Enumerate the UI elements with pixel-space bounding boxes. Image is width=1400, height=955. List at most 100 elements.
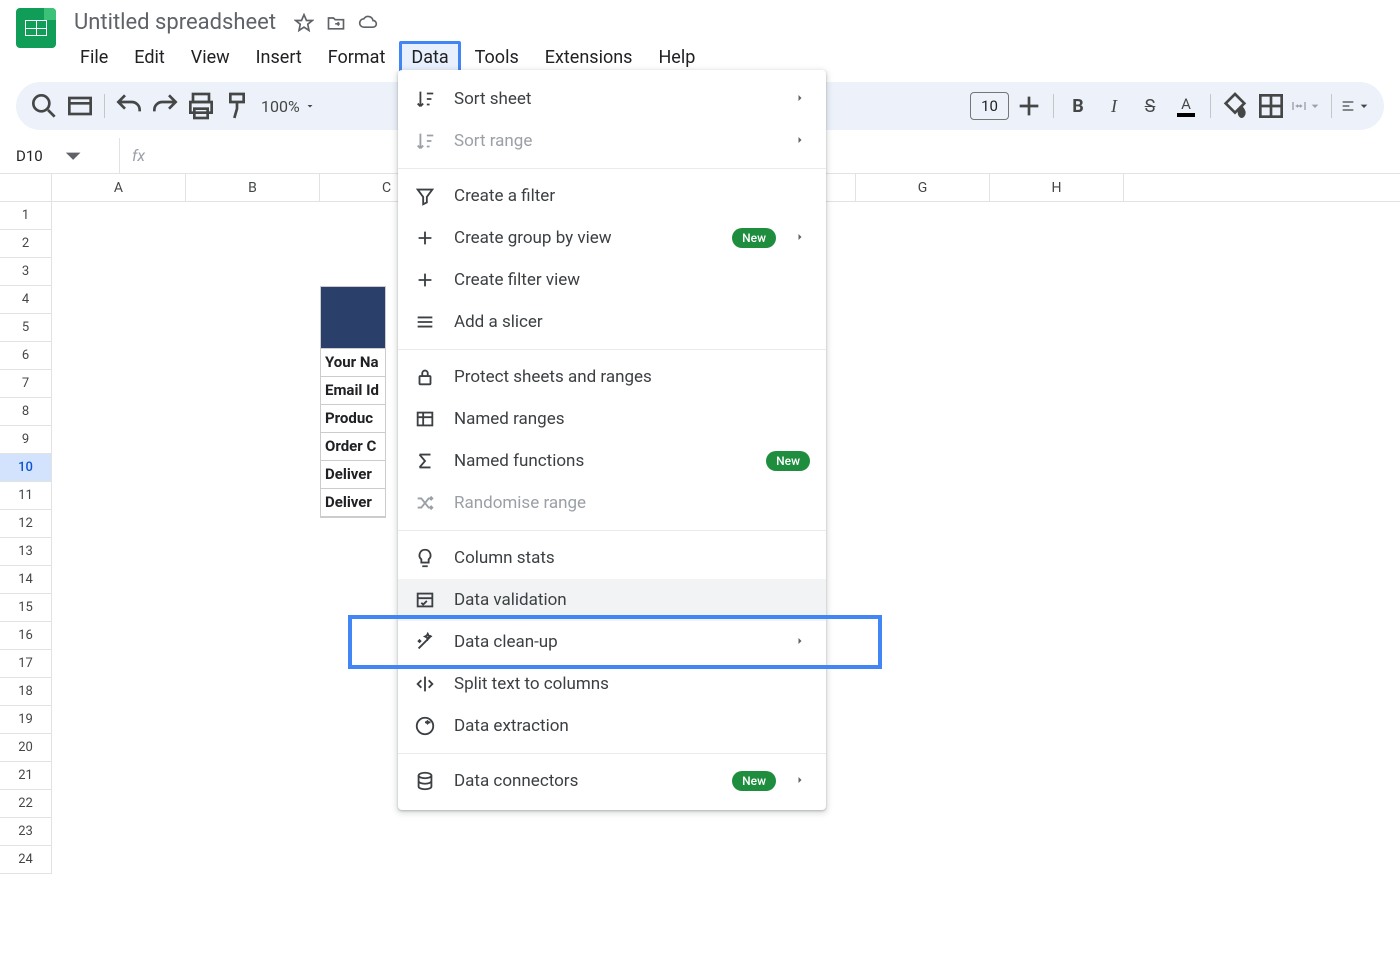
fx-icon: fx	[120, 146, 157, 165]
menu-file[interactable]: File	[68, 41, 120, 74]
print-icon[interactable]	[185, 90, 217, 122]
merge-cells-icon[interactable]	[1291, 90, 1323, 122]
menu-separator	[398, 753, 826, 754]
data-menu-add-a-slicer[interactable]: Add a slicer	[398, 301, 826, 343]
align-icon[interactable]	[1340, 90, 1372, 122]
data-menu-column-stats[interactable]: Column stats	[398, 537, 826, 579]
font-size-input[interactable]: 10	[970, 92, 1009, 120]
submenu-arrow-icon	[794, 771, 810, 791]
row-header[interactable]: 17	[0, 650, 52, 678]
column-header[interactable]: G	[856, 174, 990, 201]
row-header[interactable]: 22	[0, 790, 52, 818]
search-icon[interactable]	[28, 90, 60, 122]
row-header[interactable]: 19	[0, 706, 52, 734]
row-header[interactable]: 5	[0, 314, 52, 342]
wand-icon	[414, 631, 436, 653]
row-header[interactable]: 20	[0, 734, 52, 762]
borders-icon[interactable]	[1255, 90, 1287, 122]
sort-range-icon	[414, 130, 436, 152]
data-menu-randomise-range: Randomise range	[398, 482, 826, 524]
cell[interactable]: Produc	[321, 405, 385, 433]
row-header[interactable]: 9	[0, 426, 52, 454]
data-menu-named-ranges[interactable]: Named ranges	[398, 398, 826, 440]
sort-sheet-icon	[414, 88, 436, 110]
menu-item-label: Randomise range	[454, 493, 810, 513]
select-all-corner[interactable]	[0, 174, 52, 201]
menu-insert[interactable]: Insert	[244, 41, 314, 74]
data-menu-split-text-to-columns[interactable]: Split text to columns	[398, 663, 826, 705]
column-header[interactable]: B	[186, 174, 320, 201]
data-menu-data-extraction[interactable]: Data extraction	[398, 705, 826, 747]
row-header[interactable]: 3	[0, 258, 52, 286]
column-header[interactable]: A	[52, 174, 186, 201]
database-icon	[414, 770, 436, 792]
new-badge: New	[732, 228, 776, 248]
strikethrough-icon[interactable]: S	[1134, 90, 1166, 122]
row-header[interactable]: 6	[0, 342, 52, 370]
row-header[interactable]: 1	[0, 202, 52, 230]
cell[interactable]: Deliver	[321, 489, 385, 517]
row-header[interactable]: 4	[0, 286, 52, 314]
column-header[interactable]: H	[990, 174, 1124, 201]
menu-item-label: Data connectors	[454, 771, 714, 791]
menu-item-label: Named functions	[454, 451, 748, 471]
data-menu-create-a-filter[interactable]: Create a filter	[398, 175, 826, 217]
zoom-select[interactable]: 100%	[257, 97, 320, 116]
row-header[interactable]: 14	[0, 566, 52, 594]
row-header[interactable]: 2	[0, 230, 52, 258]
menu-item-label: Create filter view	[454, 270, 810, 290]
data-menu-create-filter-view[interactable]: Create filter view	[398, 259, 826, 301]
cell[interactable]: Email Id	[321, 377, 385, 405]
extract-icon	[414, 715, 436, 737]
cell[interactable]: Deliver	[321, 461, 385, 489]
data-menu-data-connectors[interactable]: Data connectors New	[398, 760, 826, 802]
cell[interactable]: Your Na	[321, 349, 385, 377]
name-box[interactable]: D10	[0, 138, 120, 173]
menu-format[interactable]: Format	[316, 41, 398, 74]
row-header[interactable]: 11	[0, 482, 52, 510]
data-menu-dropdown: Sort sheetSort rangeCreate a filterCreat…	[398, 70, 826, 810]
menu-separator	[398, 168, 826, 169]
star-icon[interactable]	[294, 13, 314, 33]
row-header[interactable]: 10	[0, 454, 52, 482]
row-header[interactable]: 7	[0, 370, 52, 398]
text-color-icon[interactable]: A	[1170, 90, 1202, 122]
cell[interactable]: Order C	[321, 433, 385, 461]
sheets-logo[interactable]	[16, 8, 56, 48]
row-header[interactable]: 12	[0, 510, 52, 538]
data-menu-named-functions[interactable]: Named functionsNew	[398, 440, 826, 482]
redo-icon[interactable]	[149, 90, 181, 122]
app-header: Untitled spreadsheet FileEditViewInsertF…	[0, 0, 1400, 74]
layout-icon[interactable]	[64, 90, 96, 122]
italic-icon[interactable]: I	[1098, 90, 1130, 122]
row-header[interactable]: 13	[0, 538, 52, 566]
cloud-status-icon[interactable]	[358, 13, 378, 33]
data-menu-protect-sheets-and-ranges[interactable]: Protect sheets and ranges	[398, 356, 826, 398]
menu-edit[interactable]: Edit	[122, 41, 176, 74]
document-title[interactable]: Untitled spreadsheet	[68, 8, 282, 37]
undo-icon[interactable]	[113, 90, 145, 122]
split-icon	[414, 673, 436, 695]
row-header[interactable]: 15	[0, 594, 52, 622]
move-folder-icon[interactable]	[326, 13, 346, 33]
row-header[interactable]: 21	[0, 762, 52, 790]
menu-view[interactable]: View	[179, 41, 242, 74]
row-header[interactable]: 18	[0, 678, 52, 706]
row-header[interactable]: 23	[0, 818, 52, 846]
data-menu-sort-sheet[interactable]: Sort sheet	[398, 78, 826, 120]
data-menu-data-validation[interactable]: Data validation	[398, 579, 826, 621]
fill-color-icon[interactable]	[1219, 90, 1251, 122]
new-badge: New	[732, 771, 776, 791]
menu-item-label: Split text to columns	[454, 674, 810, 694]
data-menu-create-group-by-view[interactable]: Create group by view New	[398, 217, 826, 259]
bold-icon[interactable]: B	[1062, 90, 1094, 122]
data-menu-data-clean-up[interactable]: Data clean-up	[398, 621, 826, 663]
font-size-increase-icon[interactable]	[1013, 90, 1045, 122]
menu-separator	[398, 530, 826, 531]
row-header[interactable]: 24	[0, 846, 52, 874]
bulb-icon	[414, 547, 436, 569]
paint-format-icon[interactable]	[221, 90, 253, 122]
row-header[interactable]: 8	[0, 398, 52, 426]
row-header[interactable]: 16	[0, 622, 52, 650]
menu-item-label: Create group by view	[454, 228, 714, 248]
